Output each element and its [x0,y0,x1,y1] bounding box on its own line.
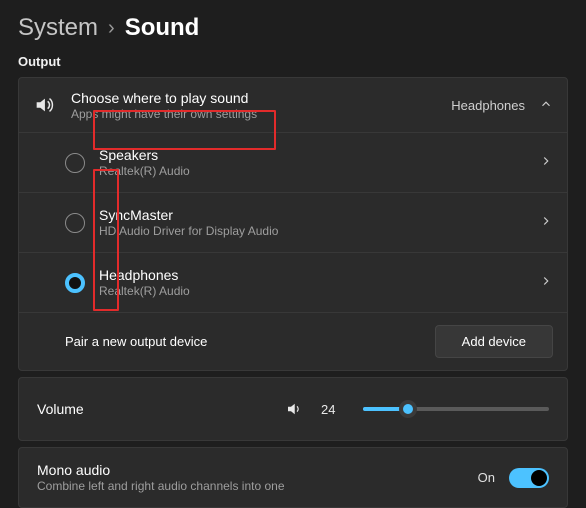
chevron-right-icon [539,154,553,171]
speaker-icon [31,92,57,118]
device-row[interactable]: SyncMasterHD Audio Driver for Display Au… [19,192,567,252]
device-list: SpeakersRealtek(R) AudioSyncMasterHD Aud… [19,132,567,312]
device-radio[interactable] [65,273,85,293]
device-driver: HD Audio Driver for Display Audio [99,224,525,238]
volume-value: 24 [321,402,349,417]
breadcrumb: System › Sound [18,14,568,42]
volume-slider-thumb[interactable] [399,400,417,418]
output-section-label: Output [18,54,568,69]
chevron-up-icon [539,97,553,114]
page-title: Sound [125,14,200,42]
chevron-right-icon: › [108,17,115,40]
mono-audio-card: Mono audio Combine left and right audio … [18,447,568,508]
chevron-right-icon [539,214,553,231]
volume-icon[interactable] [281,396,307,422]
mono-audio-title: Mono audio [37,462,464,478]
breadcrumb-parent[interactable]: System [18,14,98,42]
mono-audio-state: On [478,470,495,485]
output-header-row[interactable]: Choose where to play sound Apps might ha… [19,78,567,132]
volume-card: Volume 24 [18,377,568,441]
mono-audio-toggle[interactable] [509,468,549,488]
device-name: SyncMaster [99,207,525,223]
chevron-right-icon [539,274,553,291]
mono-audio-subtitle: Combine left and right audio channels in… [37,479,464,493]
device-name: Headphones [99,267,525,283]
device-radio[interactable] [65,153,85,173]
device-driver: Realtek(R) Audio [99,284,525,298]
output-card: Choose where to play sound Apps might ha… [18,77,568,371]
output-header-title: Choose where to play sound [71,90,437,106]
device-row[interactable]: HeadphonesRealtek(R) Audio [19,252,567,312]
output-current-device: Headphones [451,98,525,113]
pair-device-label: Pair a new output device [65,334,421,349]
add-device-button[interactable]: Add device [435,325,553,358]
volume-slider[interactable] [363,400,549,418]
toggle-knob [531,470,547,486]
device-row[interactable]: SpeakersRealtek(R) Audio [19,132,567,192]
device-name: Speakers [99,147,525,163]
device-driver: Realtek(R) Audio [99,164,525,178]
output-header-subtitle: Apps might have their own settings [71,107,437,121]
device-radio[interactable] [65,213,85,233]
pair-device-row: Pair a new output device Add device [19,312,567,370]
volume-label: Volume [37,401,267,417]
